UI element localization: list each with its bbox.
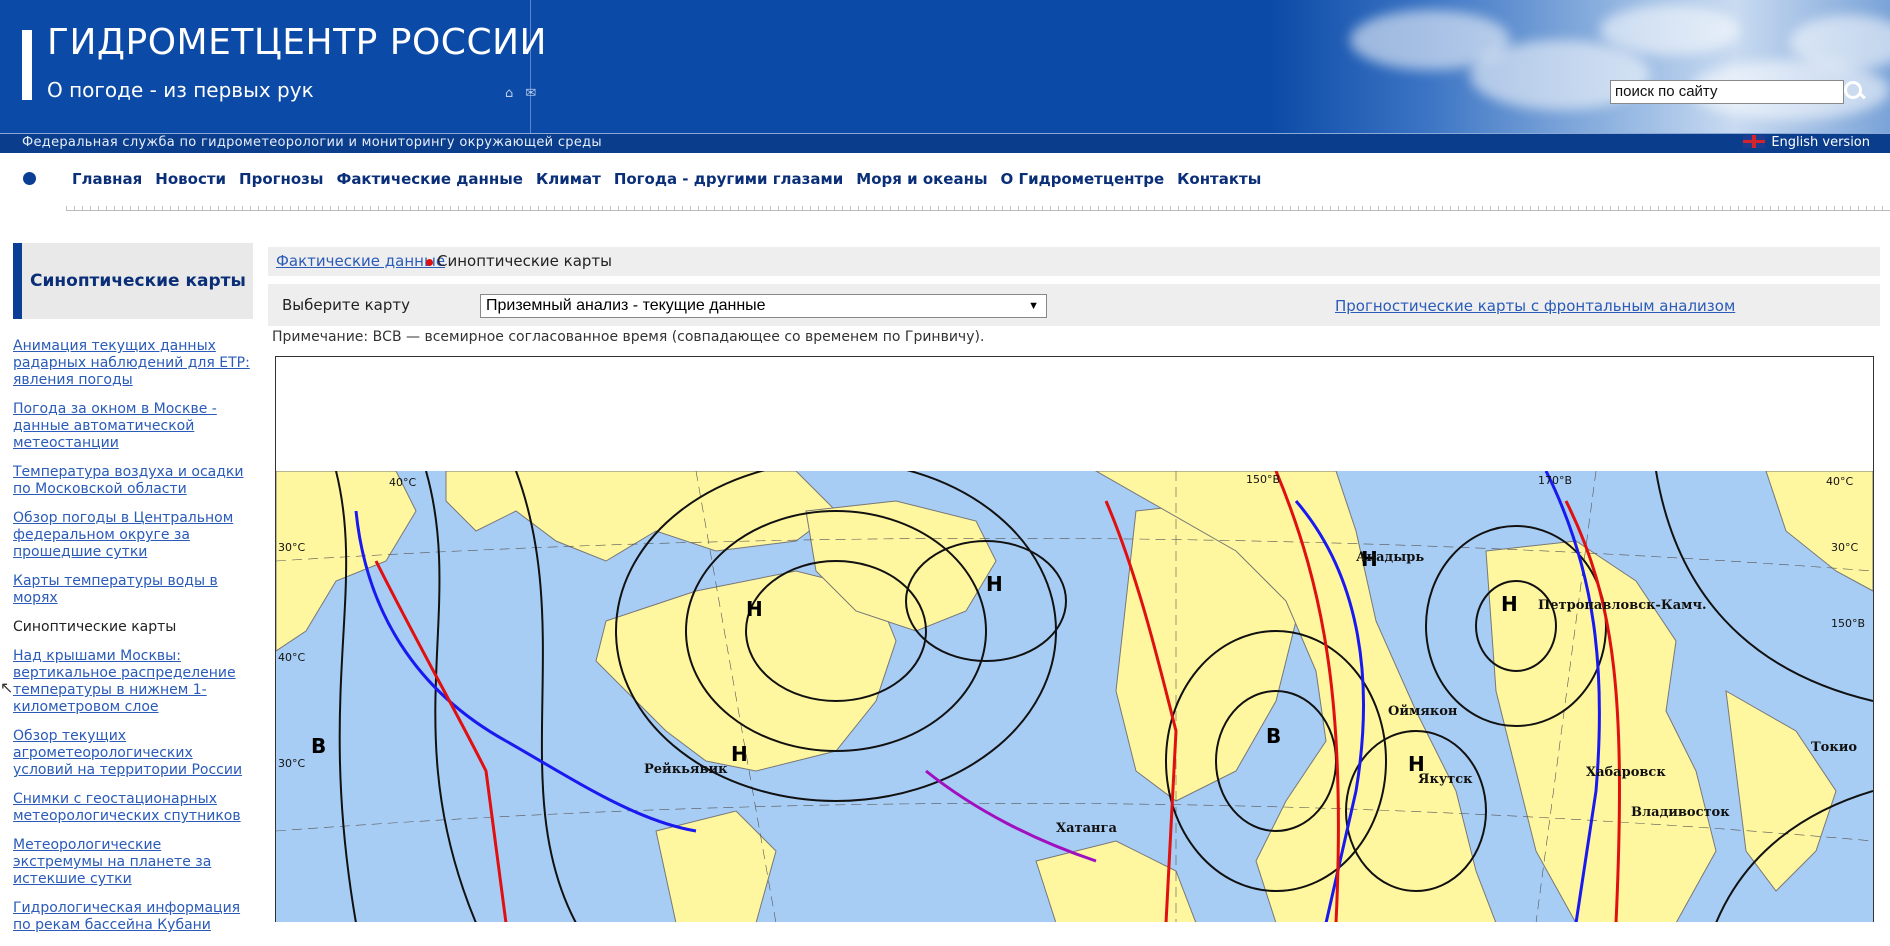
synoptic-map-frame: Н Н Н Н Н Н В В Анадырь Петропавловск-Ка…	[275, 356, 1874, 922]
sidebar-link-central-district[interactable]: Обзор погоды в Центральном федеральном о…	[13, 510, 251, 561]
home-icon[interactable]: ⌂	[505, 86, 513, 101]
map-lat-label: 30°С	[278, 757, 305, 770]
map-center-low: Н	[1501, 592, 1518, 616]
sidebar-title: Синоптические карты	[30, 271, 246, 291]
map-selector-bar: Выберите карту Приземный анализ - текущи…	[268, 284, 1880, 326]
nav-item-contacts[interactable]: Контакты	[1177, 170, 1261, 188]
nav-bullet-icon	[23, 172, 36, 185]
map-select[interactable]: Приземный анализ - текущие данные ▼	[480, 294, 1047, 318]
sidebar-link-moscow-weather[interactable]: Погода за окном в Москве - данные автома…	[13, 401, 251, 452]
mail-icon[interactable]: ✉	[525, 86, 536, 101]
map-label-anadyr: Анадырь	[1356, 550, 1424, 565]
map-lat-label: 40°С	[1826, 475, 1853, 488]
sidebar-title-box: Синоптические карты	[13, 243, 253, 319]
map-long-label: 150°В	[1246, 473, 1280, 486]
nav-item-news[interactable]: Новости	[155, 170, 226, 188]
nav-item-home[interactable]: Главная	[72, 170, 142, 188]
federal-service-bar: Федеральная служба по гидрометеорологии …	[0, 133, 1890, 153]
forecast-maps-link[interactable]: Прогностические карты с фронтальным анал…	[1335, 297, 1735, 315]
map-center-high: В	[311, 734, 326, 758]
breadcrumb: Фактические данные Синоптические карты	[268, 247, 1880, 276]
map-long-label: 170°В	[1538, 474, 1572, 487]
map-select-label: Выберите карту	[282, 296, 411, 314]
uk-flag-icon	[1743, 135, 1766, 148]
map-center-low: Н	[746, 597, 763, 621]
federal-service-text: Федеральная служба по гидрометеорологии …	[22, 135, 602, 150]
sidebar-link-extremes[interactable]: Метеорологические экстремумы на планете …	[13, 837, 251, 888]
mouse-cursor-icon: ↖	[0, 678, 14, 697]
main-nav: Главная Новости Прогнозы Фактические дан…	[0, 153, 1890, 209]
sidebar-link-kuban[interactable]: Гидрологическая информация по рекам басс…	[13, 900, 251, 934]
sidebar-link-satellite[interactable]: Снимки с геостационарных метеорологическ…	[13, 791, 251, 825]
map-label-oymyakon: Оймякон	[1388, 704, 1458, 719]
search-icon[interactable]	[1842, 79, 1866, 103]
breadcrumb-separator-icon	[426, 259, 433, 266]
site-title[interactable]: ГИДРОМЕТЦЕНТР РОССИИ	[47, 22, 547, 63]
map-label-reykjavik: Рейкьявик	[644, 762, 728, 777]
sidebar-links: Анимация текущих данных радарных наблюде…	[13, 338, 251, 946]
nav-item-about[interactable]: О Гидрометцентре	[1001, 170, 1165, 188]
sidebar-link-water-temp[interactable]: Карты температуры воды в морях	[13, 573, 251, 607]
sidebar-item-current: Синоптические карты	[13, 619, 177, 635]
map-long-label: 150°В	[1831, 617, 1865, 630]
logo-bar	[22, 30, 32, 100]
breadcrumb-current: Синоптические карты	[437, 252, 612, 270]
sidebar-link-agro[interactable]: Обзор текущих агрометеорологических усло…	[13, 728, 251, 779]
utc-note: Примечание: ВСВ — всемирное согласованно…	[272, 329, 985, 345]
map-lat-label: 40°С	[278, 651, 305, 664]
map-label-khabarovsk: Хабаровск	[1586, 765, 1666, 780]
site-header: ГИДРОМЕТЦЕНТР РОССИИ О погоде - из первы…	[0, 0, 1890, 133]
map-center-low: Н	[731, 742, 748, 766]
map-label-yakutsk: Якутск	[1418, 772, 1473, 787]
english-version-link[interactable]: English version	[1743, 135, 1870, 150]
map-center-low: Н	[986, 572, 1003, 596]
map-label-vladivostok: Владивосток	[1631, 805, 1730, 820]
nav-item-climate[interactable]: Климат	[536, 170, 601, 188]
map-label-petropavlovsk: Петропавловск-Камч.	[1538, 598, 1707, 613]
map-lat-label: 30°С	[278, 541, 305, 554]
nav-item-seas-oceans[interactable]: Моря и океаны	[856, 170, 987, 188]
search-input[interactable]: поиск по сайту	[1610, 80, 1844, 104]
sidebar-link-moscow-roofs[interactable]: Над крышами Москвы: вертикальное распред…	[13, 648, 251, 716]
nav-item-weather-other-eyes[interactable]: Погода - другими глазами	[614, 170, 843, 188]
map-lat-label: 30°С	[1831, 541, 1858, 554]
breadcrumb-parent-link[interactable]: Фактические данные	[276, 252, 445, 270]
sidebar-link-radar-animation[interactable]: Анимация текущих данных радарных наблюде…	[13, 338, 251, 389]
map-lat-label: 40°С	[389, 476, 416, 489]
header-sky-image	[1270, 0, 1890, 133]
map-center-high: В	[1266, 724, 1281, 748]
synoptic-map[interactable]: Н Н Н Н Н Н В В Анадырь Петропавловск-Ка…	[276, 471, 1873, 922]
nav-item-forecasts[interactable]: Прогнозы	[239, 170, 323, 188]
dropdown-arrow-icon: ▼	[1028, 300, 1039, 312]
map-label-khatanga: Хатанга	[1056, 821, 1117, 836]
nav-item-actual-data[interactable]: Фактические данные	[336, 170, 523, 188]
site-subtitle: О погоде - из первых рук	[47, 78, 314, 102]
sidebar-link-moscow-region-temp[interactable]: Температура воздуха и осадки по Московск…	[13, 464, 251, 498]
map-label-tokyo: Токио	[1811, 740, 1857, 755]
